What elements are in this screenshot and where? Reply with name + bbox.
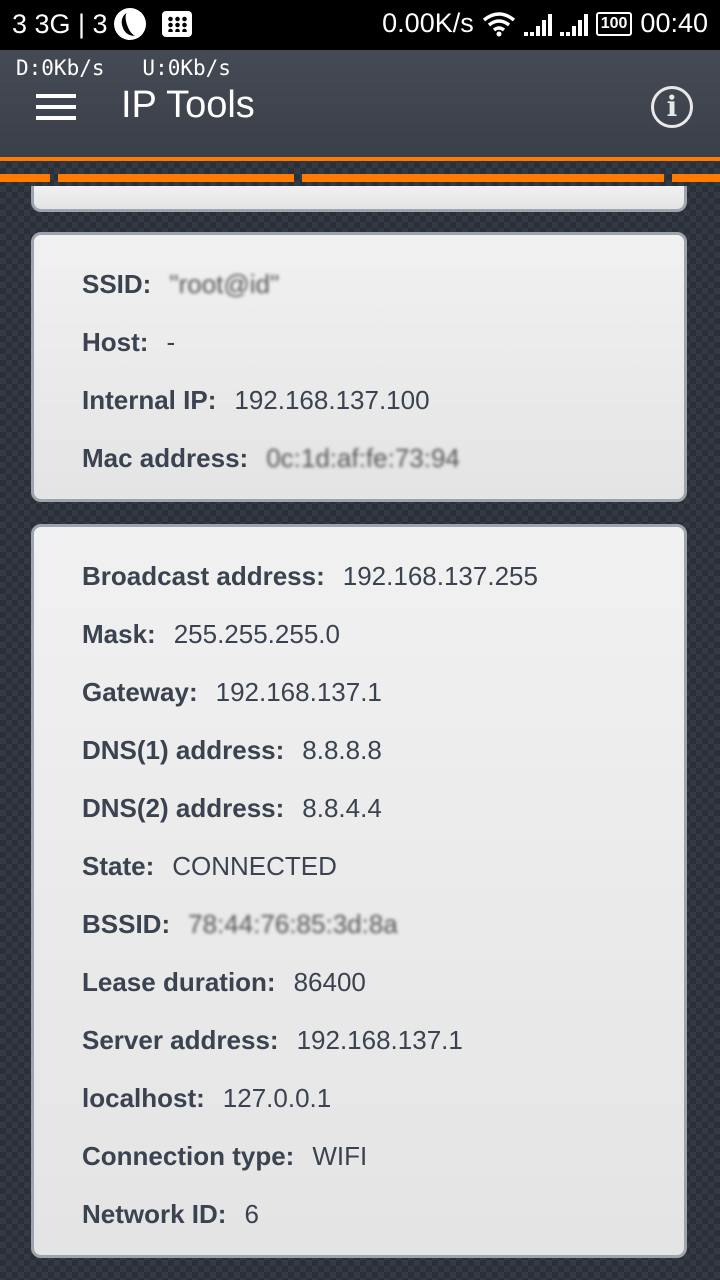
row-value: WIFI [312,1141,368,1171]
previous-card [31,186,687,212]
row-label: Connection type: [82,1141,295,1171]
info-row: SSID: "root@id" [82,269,279,300]
info-row: Host: - [82,327,175,358]
info-row: Mac address: 0c:1d:af:fe:73:94 [82,443,460,474]
row-label: Network ID: [82,1199,227,1229]
speed-indicator: D:0Kb/s U:0Kb/s [16,56,231,80]
clock: 00:40 [640,8,708,38]
row-label: SSID: [82,269,152,299]
info-row: Gateway: 192.168.137.1 [82,677,382,708]
swirl-app-icon [113,8,146,40]
row-label: localhost: [82,1083,205,1113]
row-label: Server address: [82,1025,279,1055]
row-value: 192.168.137.1 [215,677,382,707]
row-label: Host: [82,327,149,357]
row-value: 192.168.137.1 [296,1025,463,1055]
info-row: localhost: 127.0.0.1 [82,1083,331,1114]
row-value: 127.0.0.1 [222,1083,332,1113]
row-value: - [166,327,176,357]
carrier-label: 3 3G | 3 [12,8,108,39]
row-label: BSSID: [82,909,171,939]
accent-stripe [0,157,720,161]
status-bar: 3 3G | 3 0.00K/s 100 00:40 [0,0,720,50]
wifi-icon [482,11,515,36]
row-value: CONNECTED [172,851,337,881]
net-speed-label: 0.00K/s [382,8,474,38]
status-right: 0.00K/s 100 00:40 [382,8,708,39]
info-row: DNS(1) address: 8.8.8.8 [82,735,382,766]
row-value: 0c:1d:af:fe:73:94 [266,443,460,473]
app-bar: D:0Kb/s U:0Kb/s IP Tools i [0,50,720,158]
signal-icon [559,12,588,36]
info-row: Mask: 255.255.255.0 [82,619,340,650]
row-value: "root@id" [169,269,280,299]
row-value: 78:44:76:85:3d:8a [188,909,398,939]
info-row: Connection type: WIFI [82,1141,367,1172]
info-row: Broadcast address: 192.168.137.255 [82,561,538,592]
row-value: 6 [244,1199,259,1229]
row-label: Mac address: [82,443,249,473]
info-row: Server address: 192.168.137.1 [82,1025,463,1056]
info-row: State: CONNECTED [82,851,337,882]
row-value: 192.168.137.255 [342,561,538,591]
signal-icon [523,12,552,36]
row-label: Gateway: [82,677,198,707]
network-info-card: Broadcast address: 192.168.137.255 Mask: 2… [31,524,687,1258]
accent-stripe-segments [0,174,720,182]
info-row: BSSID: 78:44:76:85:3d:8a [82,909,398,940]
hamburger-menu-icon[interactable] [36,94,76,122]
row-label: DNS(1) address: [82,735,285,765]
battery-icon: 100 [595,11,633,36]
info-row: DNS(2) address: 8.8.4.4 [82,793,382,824]
row-value: 255.255.255.0 [173,619,340,649]
status-left: 3 3G | 3 [12,8,192,40]
row-value: 8.8.8.8 [302,735,382,765]
info-icon[interactable]: i [651,86,693,128]
row-label: Lease duration: [82,967,276,997]
info-row: Network ID: 6 [82,1199,259,1230]
bbm-icon [161,11,192,37]
row-label: Broadcast address: [82,561,325,591]
row-label: DNS(2) address: [82,793,285,823]
row-value: 8.8.4.4 [302,793,382,823]
app-title: IP Tools [121,84,255,126]
info-row: Internal IP: 192.168.137.100 [82,385,430,416]
row-label: State: [82,851,155,881]
row-value: 86400 [293,967,366,997]
row-label: Internal IP: [82,385,217,415]
info-row: Lease duration: 86400 [82,967,366,998]
row-label: Mask: [82,619,156,649]
wifi-info-card: SSID: "root@id" Host: - Internal IP: 192.16… [31,232,687,502]
row-value: 192.168.137.100 [234,385,430,415]
